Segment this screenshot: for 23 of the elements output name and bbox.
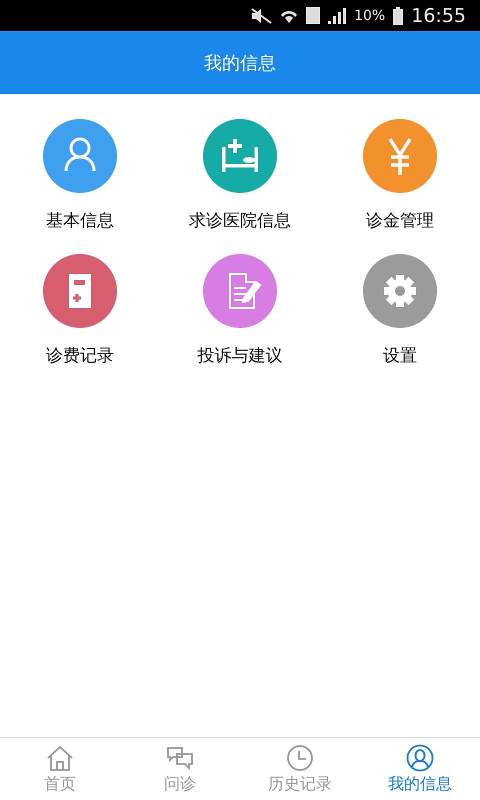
menu-label[interactable]: 诊金管理: [366, 209, 434, 232]
nav-tab[interactable]: 我的信息: [360, 738, 480, 800]
menu-label[interactable]: 基本信息: [46, 209, 114, 232]
home-icon: [45, 744, 75, 772]
menu-label[interactable]: 设置: [383, 344, 417, 367]
menu-label[interactable]: 诊费记录: [46, 344, 114, 367]
battery-percent: 10%: [354, 8, 386, 24]
record-icon[interactable]: [43, 254, 117, 328]
mute-icon: [250, 6, 272, 24]
clock-icon: [285, 744, 315, 772]
menu-label[interactable]: 求诊医院信息: [189, 209, 291, 232]
hospital-icon[interactable]: [203, 119, 277, 193]
person-icon[interactable]: [43, 119, 117, 193]
menu-label[interactable]: 投诉与建议: [198, 344, 282, 367]
sim-card-icon: [306, 7, 320, 24]
yen-icon[interactable]: [363, 119, 437, 193]
battery-icon: [393, 6, 404, 24]
clock-time: 16:55: [411, 4, 466, 26]
page-title: 我的信息: [204, 52, 276, 74]
profile-icon: [405, 744, 435, 772]
signal-icon: [328, 8, 346, 24]
feedback-icon[interactable]: [203, 254, 277, 328]
settings-icon[interactable]: [363, 254, 437, 328]
